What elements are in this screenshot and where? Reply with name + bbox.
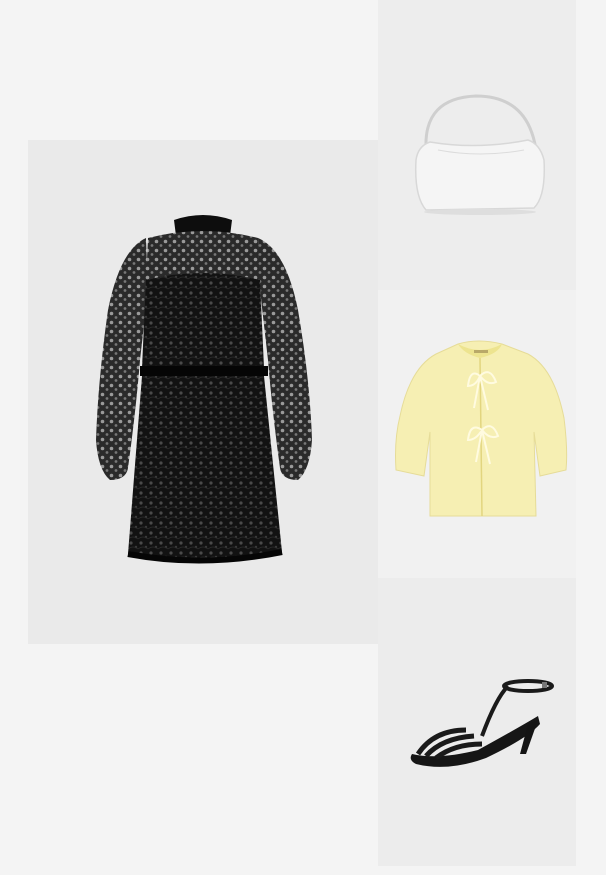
product-tile-bag[interactable]	[378, 0, 576, 290]
black-strappy-sandal-image	[410, 679, 554, 767]
yellow-tie-front-cardigan-image	[395, 340, 568, 517]
black-lace-dress-image	[96, 215, 312, 564]
product-tile-dress[interactable]	[28, 140, 378, 644]
product-tile-sandal[interactable]	[378, 578, 576, 866]
white-shoulder-bag-image	[414, 94, 546, 215]
product-tile-cardigan[interactable]	[378, 290, 576, 578]
